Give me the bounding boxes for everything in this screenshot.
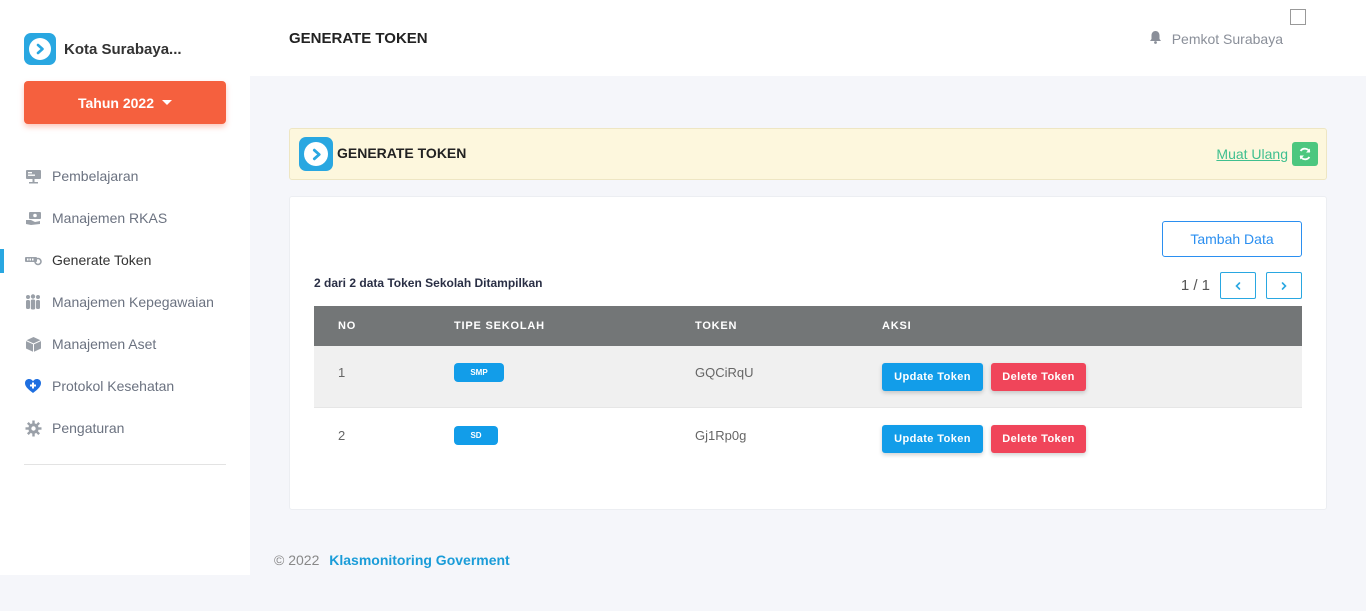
sidebar-item-generate-token[interactable]: Generate Token (0, 239, 250, 281)
prev-page-button[interactable] (1220, 272, 1256, 299)
sidebar-item-manajemen-kepegawaian[interactable]: Manajemen Kepegawaian (0, 281, 250, 323)
row-number: 1 (338, 365, 346, 380)
table-row: 2 SD Gj1Rp0g Update Token Delete Token (314, 408, 1302, 470)
user-name: Pemkot Surabaya (1171, 30, 1283, 47)
money-hand-icon (24, 209, 42, 227)
sidebar-item-label: Manajemen RKAS (52, 210, 168, 226)
copyright: © 2022 (274, 552, 320, 568)
chevron-left-icon (1235, 281, 1241, 290)
presentation-board-icon (24, 167, 42, 185)
row-actions: Update Token Delete Token (882, 425, 1302, 453)
caret-down-icon (162, 100, 172, 105)
gear-icon (24, 419, 42, 437)
sidebar-item-label: Generate Token (52, 252, 152, 268)
reload-link[interactable]: Muat Ulang (1216, 146, 1288, 162)
update-token-button[interactable]: Update Token (882, 362, 983, 391)
sidebar-divider (24, 464, 226, 465)
sidebar-item-label: Pembelajaran (52, 168, 139, 184)
row-number: 2 (338, 427, 346, 443)
pagination: 1 / 1 (1181, 272, 1302, 299)
content-card: Tambah Data 2 dari 2 data Token Sekolah … (289, 196, 1327, 510)
school-type-badge: SD (454, 425, 498, 445)
next-page-button[interactable] (1266, 272, 1302, 299)
brand-logo-icon (299, 137, 333, 171)
sidebar-item-label: Manajemen Kepegawaian (52, 294, 214, 310)
section-header-card: GENERATE TOKEN Muat Ulang (289, 128, 1327, 180)
bell-icon[interactable] (1149, 30, 1162, 47)
reload-group: Muat Ulang (1216, 142, 1318, 166)
people-group-icon (24, 293, 42, 311)
sidebar-nav: Pembelajaran Manajemen RKAS Generate Tok… (0, 155, 250, 449)
chevron-right-icon (1281, 281, 1287, 290)
footer: © 2022 Klasmonitoring Goverment (274, 552, 510, 568)
school-type-cell: SMP (454, 363, 695, 386)
box-icon (24, 335, 42, 353)
sidebar: Kota Surabaya... Tahun 2022 Pembelajaran… (0, 0, 250, 575)
refresh-button[interactable] (1292, 142, 1318, 166)
page-info: 1 / 1 (1180, 277, 1210, 294)
delete-token-button[interactable]: Delete Token (991, 362, 1086, 391)
column-header-tipe-sekolah: TIPE SEKOLAH (454, 320, 545, 332)
brand[interactable]: Kota Surabaya... (24, 33, 182, 65)
sidebar-item-manajemen-aset[interactable]: Manajemen Aset (0, 323, 250, 365)
update-token-button[interactable]: Update Token (882, 425, 983, 453)
sidebar-item-pengaturan[interactable]: Pengaturan (0, 407, 250, 449)
corner-checkbox[interactable] (1290, 9, 1306, 25)
school-type-cell: SD (454, 425, 695, 449)
school-type-badge: SMP (454, 363, 504, 382)
sidebar-item-label: Protokol Kesehatan (52, 378, 175, 394)
column-header-aksi: AKSI (882, 320, 912, 332)
brand-logo-icon (24, 33, 56, 65)
sidebar-item-label: Manajemen Aset (52, 336, 157, 352)
user-menu[interactable]: Pemkot Surabaya (1149, 30, 1283, 47)
sidebar-item-protokol-kesehatan[interactable]: Protokol Kesehatan (0, 365, 250, 407)
table-row: 1 SMP GQCiRqU Update Token Delete Token (314, 346, 1302, 408)
add-data-button[interactable]: Tambah Data (1162, 221, 1302, 257)
delete-token-button[interactable]: Delete Token (991, 425, 1086, 453)
sidebar-item-pembelajaran[interactable]: Pembelajaran (0, 155, 250, 197)
token-key-icon (24, 251, 42, 269)
page-title: GENERATE TOKEN (289, 30, 428, 47)
heart-plus-icon (24, 377, 42, 395)
token-table: NO TIPE SEKOLAH TOKEN AKSI 1 SMP GQCiRqU… (314, 306, 1302, 470)
column-header-no: NO (338, 320, 357, 332)
table-header: NO TIPE SEKOLAH TOKEN AKSI (314, 306, 1302, 346)
row-actions: Update Token Delete Token (882, 362, 1302, 391)
data-summary: 2 dari 2 data Token Sekolah Ditampilkan (314, 276, 543, 290)
column-header-token: TOKEN (695, 320, 738, 332)
sidebar-item-manajemen-rkas[interactable]: Manajemen RKAS (0, 197, 250, 239)
brand-name: Kota Surabaya... (64, 40, 182, 58)
footer-brand-link[interactable]: Klasmonitoring Goverment (329, 552, 509, 568)
token-value: GQCiRqU (695, 365, 754, 380)
year-dropdown-button[interactable]: Tahun 2022 (24, 81, 226, 124)
token-value: Gj1Rp0g (695, 427, 747, 443)
section-title: GENERATE TOKEN (337, 145, 467, 161)
year-label: Tahun 2022 (78, 94, 154, 111)
sidebar-item-label: Pengaturan (52, 420, 125, 436)
refresh-icon (1299, 147, 1311, 161)
topbar: GENERATE TOKEN Pemkot Surabaya (250, 0, 1366, 76)
